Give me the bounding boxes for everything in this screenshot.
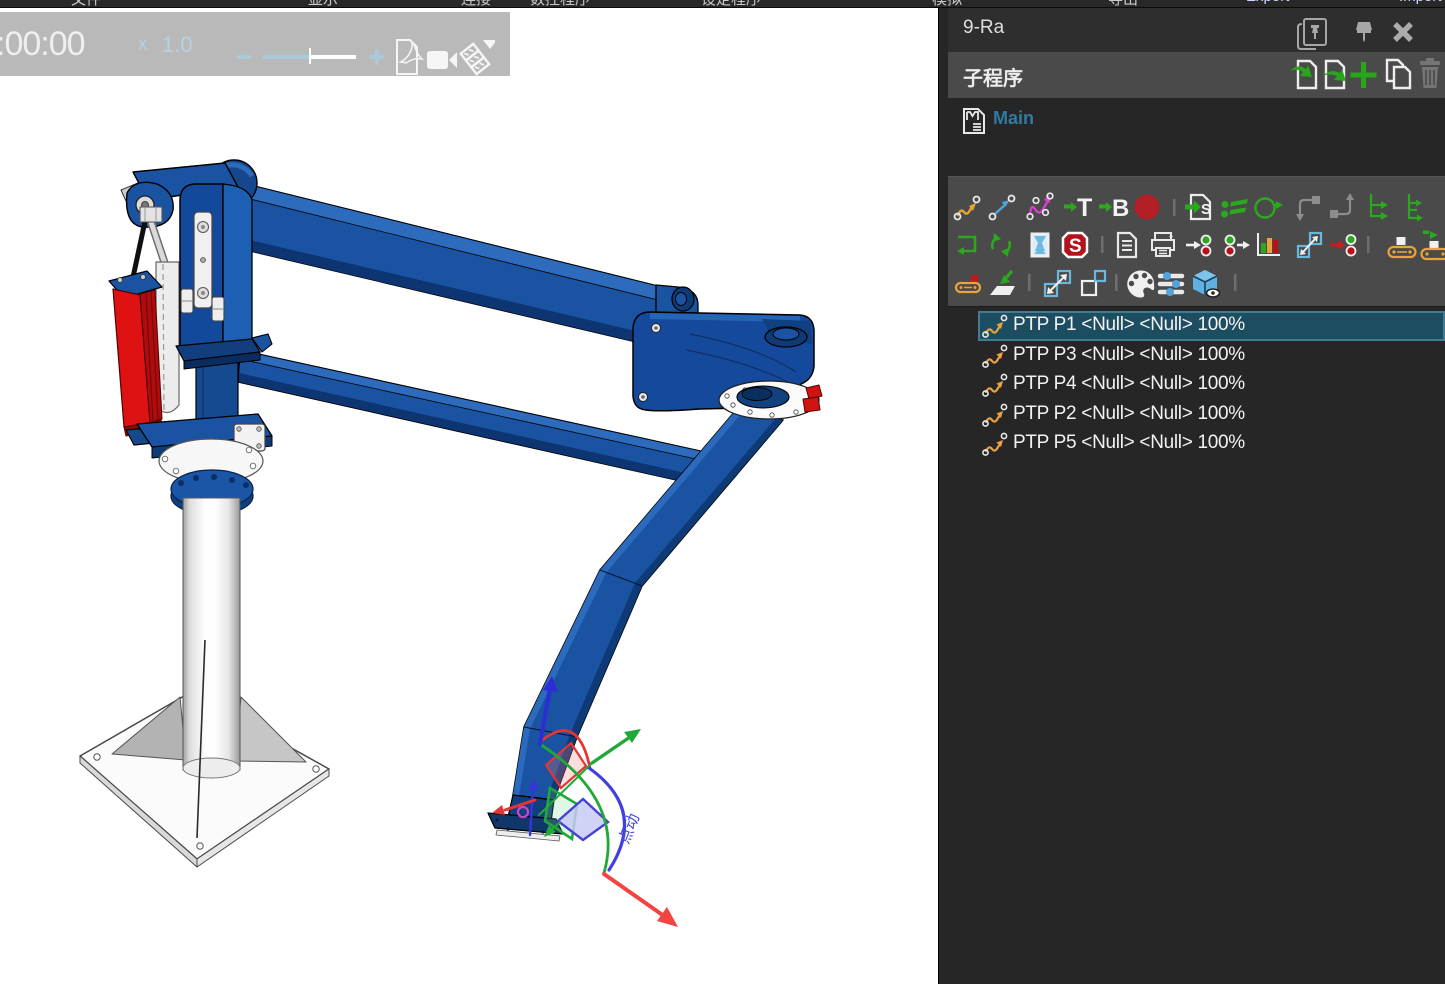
svg-text:T: T [1077,194,1092,222]
svg-text:B: B [1112,195,1129,222]
svg-text:点动: 点动 [615,811,643,847]
svg-text:S: S [1069,236,1082,257]
svg-text:S: S [1201,201,1211,218]
